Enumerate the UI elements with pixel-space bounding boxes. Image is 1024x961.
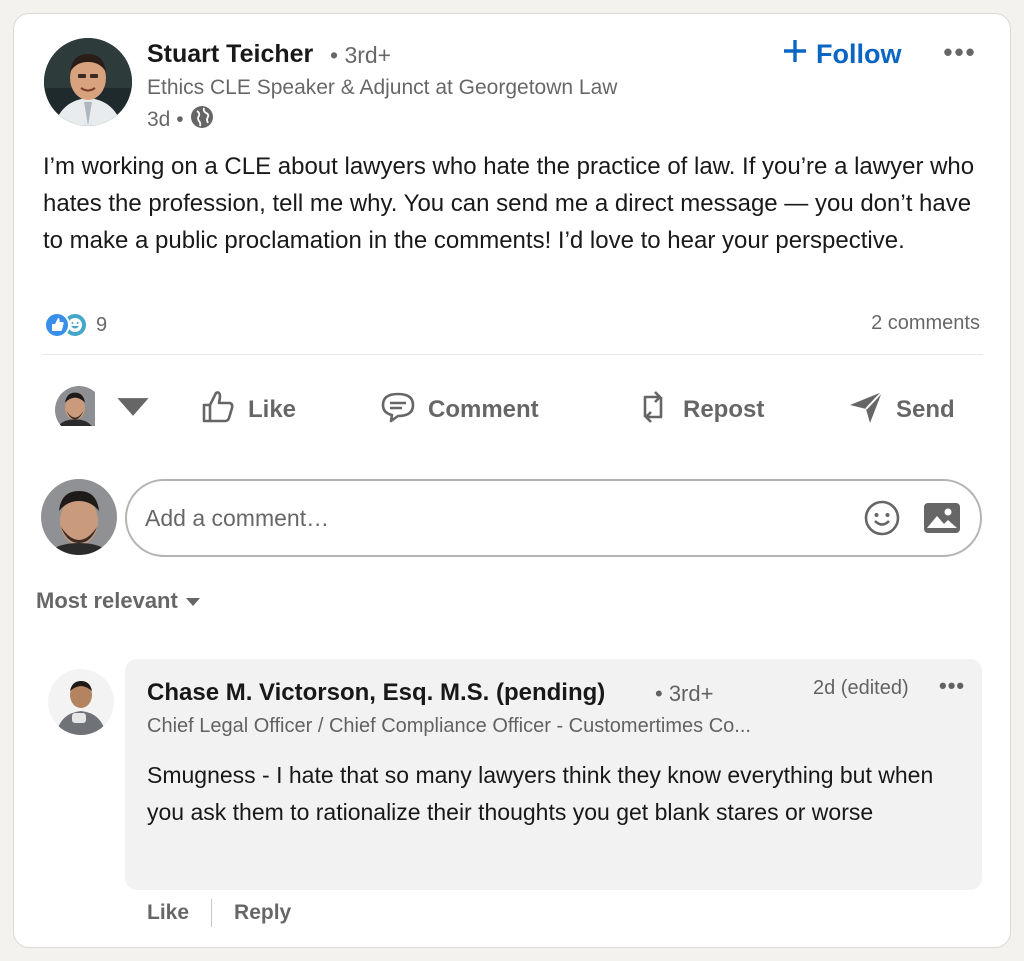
author-name[interactable]: Stuart Teicher: [147, 40, 313, 69]
comment-icon: [378, 387, 418, 434]
post-card: Stuart Teicher • 3rd+ Ethics CLE Speaker…: [13, 13, 1011, 948]
globe-icon: [190, 105, 214, 135]
thumbs-up-icon: [198, 387, 238, 434]
repost-label: Repost: [683, 396, 765, 423]
caret-down-icon: [113, 387, 153, 434]
plus-icon: [782, 38, 808, 71]
commenter-name[interactable]: Chase M. Victorson, Esq. M.S. (pending): [147, 679, 605, 707]
connection-degree: • 3rd+: [330, 42, 392, 68]
author-avatar[interactable]: [44, 38, 132, 126]
repost-button[interactable]: Repost: [633, 380, 764, 440]
like-label: Like: [248, 396, 297, 423]
comment-actions: Like Reply: [147, 898, 291, 928]
comment-reply-button[interactable]: Reply: [234, 901, 291, 925]
post-meta: 3d •: [147, 105, 214, 135]
comment-time: 2d (edited): [813, 677, 909, 699]
comment-input[interactable]: [145, 504, 842, 532]
reactions-summary[interactable]: 9: [44, 311, 107, 339]
author-headline: Ethics CLE Speaker & Adjunct at Georgeto…: [147, 76, 618, 99]
comment-composer[interactable]: [125, 479, 982, 557]
follow-label: Follow: [816, 38, 902, 69]
commenter-avatar[interactable]: [48, 669, 114, 735]
repost-icon: [633, 387, 673, 434]
send-label: Send: [896, 396, 955, 423]
caret-down-icon: [184, 588, 202, 614]
comment-button[interactable]: Comment: [378, 380, 539, 440]
sort-label: Most relevant: [36, 588, 178, 613]
post-body: I’m working on a CLE about lawyers who h…: [43, 153, 975, 254]
divider: [211, 899, 213, 927]
reaction-count: 9: [96, 313, 108, 336]
commenter-headline: Chief Legal Officer / Chief Compliance O…: [147, 715, 751, 737]
image-icon[interactable]: [922, 498, 962, 538]
send-button[interactable]: Send: [846, 380, 955, 440]
viewer-avatar: [55, 386, 103, 434]
like-reaction-icon: [44, 312, 70, 338]
send-icon: [846, 387, 886, 434]
emoji-icon[interactable]: [862, 498, 902, 538]
post-time: 3d •: [147, 108, 184, 131]
social-action-bar: Like Comment Repost Send: [43, 380, 983, 440]
follow-button[interactable]: Follow: [782, 34, 901, 74]
divider: [43, 354, 983, 355]
like-button[interactable]: Like: [198, 380, 296, 440]
post-more-icon[interactable]: •••: [938, 36, 982, 68]
reaction-identity-selector[interactable]: [55, 380, 153, 440]
comment-like-button[interactable]: Like: [147, 901, 189, 925]
comment-bubble: Chase M. Victorson, Esq. M.S. (pending) …: [125, 659, 982, 890]
commenter-degree: • 3rd+: [655, 681, 714, 706]
comments-count-link[interactable]: 2 comments: [871, 312, 980, 335]
comment-sort-dropdown[interactable]: Most relevant: [36, 588, 202, 614]
comment-more-icon[interactable]: •••: [939, 673, 965, 699]
comment-text: Smugness - I hate that so many lawyers t…: [147, 762, 934, 825]
composer-avatar: [41, 479, 117, 555]
comment-label: Comment: [428, 396, 539, 423]
